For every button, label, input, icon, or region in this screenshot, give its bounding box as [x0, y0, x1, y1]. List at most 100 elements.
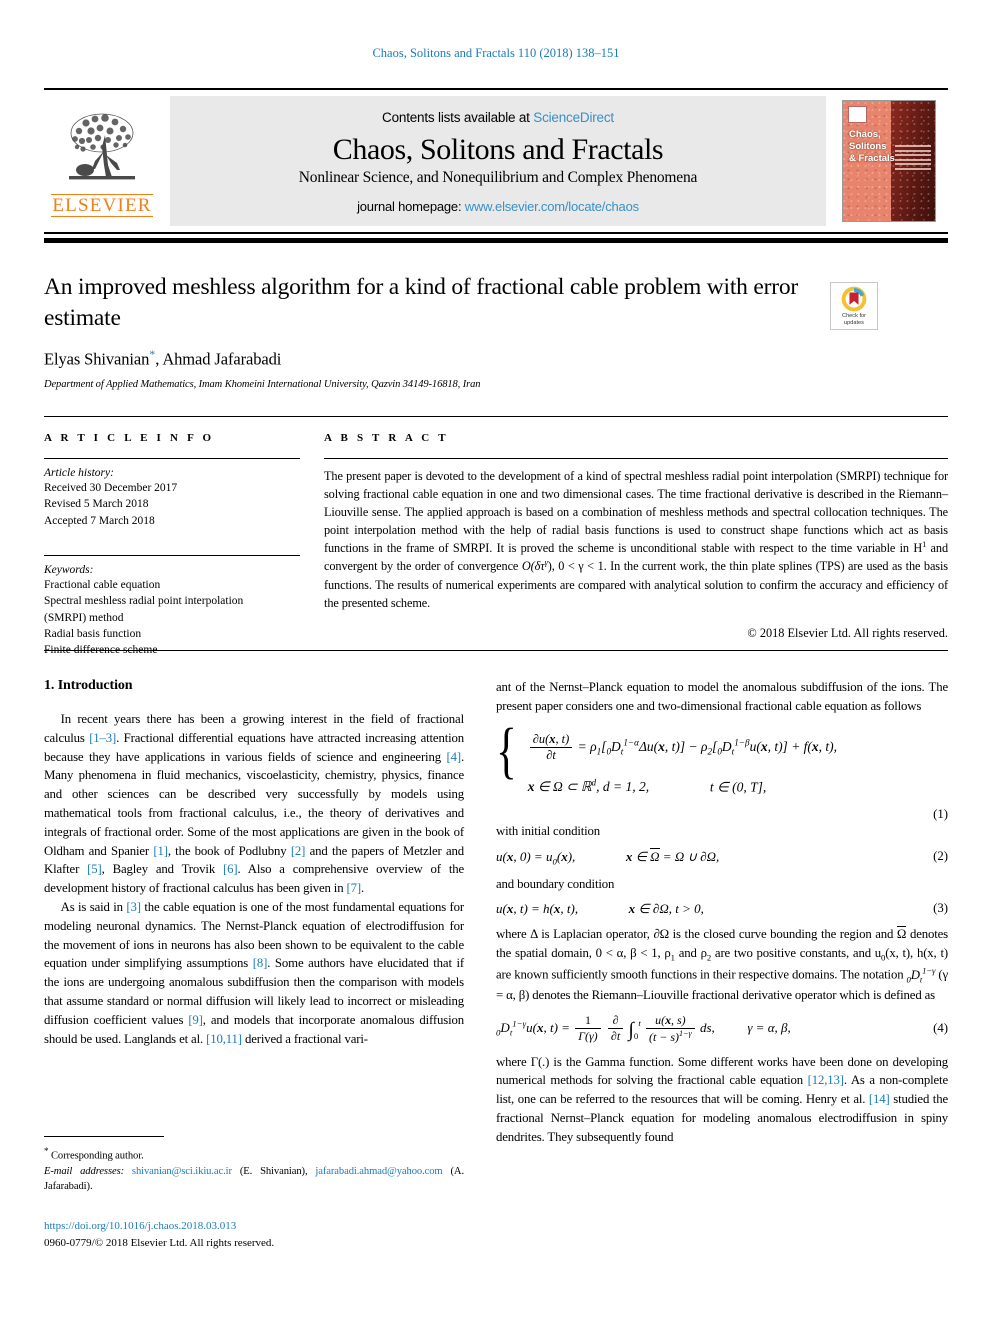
- crossmark-badge[interactable]: Check for updates: [830, 282, 878, 330]
- footnote-star: *: [44, 1146, 49, 1156]
- journal-masthead: ELSEVIER Contents lists available at Sci…: [44, 88, 948, 234]
- equation-4: 0Dt1−γu(x, t) = 1 Γ(γ) ∂ ∂t ∫0t u(x, s) (t …: [496, 1013, 948, 1045]
- equation-1-rows: ∂u(x, t) ∂t = ρ1[0Dt1−αΔu(x, t)] − ρ2[0Dt…: [528, 726, 948, 796]
- equation-2-body: u(x, 0) = u0(x), x ∈ Ω = Ω ∪ ∂Ω,: [496, 847, 925, 867]
- article-history-label: Article history:: [44, 467, 114, 479]
- paragraph: where Δ is Laplacian operator, ∂Ω is the…: [496, 925, 948, 1005]
- keyword-item: Spectral meshless radial point interpola…: [44, 595, 244, 608]
- article-info-rule: [44, 458, 300, 459]
- equation-3-body: u(x, t) = h(x, t), x ∈ ∂Ω, t > 0,: [496, 901, 925, 917]
- journal-homepage-link[interactable]: www.elsevier.com/locate/chaos: [465, 199, 639, 214]
- keywords-rule: [44, 554, 300, 556]
- equation-3-rhs: x ∈ ∂Ω, t > 0,: [628, 901, 704, 917]
- corresponding-author-note: * Corresponding author.: [44, 1145, 464, 1164]
- keyword-item: Fractional cable equation: [44, 578, 161, 591]
- corresponding-author-text: Corresponding author.: [50, 1150, 144, 1162]
- body-left-column: 1. Introduction In recent years there ha…: [44, 678, 464, 1048]
- section-heading-introduction: 1. Introduction: [44, 678, 133, 693]
- citation-link[interactable]: [1–3]: [89, 731, 116, 745]
- crossmark-label: Check for updates: [842, 313, 866, 327]
- equation-1-domain: x ∈ Ω ⊂ ℝd, d = 1, 2,: [527, 777, 650, 795]
- citation-link[interactable]: [7]: [347, 881, 362, 895]
- integrand-fraction: u(x, s) (t − s)1−γ: [646, 1013, 695, 1045]
- citation-link[interactable]: [8]: [253, 956, 268, 970]
- citation-link[interactable]: [10,11]: [206, 1032, 242, 1046]
- paragraph: As is said in [3] the cable equation is …: [44, 898, 464, 1048]
- page-title: An improved meshless algorithm for a kin…: [44, 274, 799, 331]
- abstract-copyright: © 2018 Elsevier Ltd. All rights reserved…: [747, 625, 948, 640]
- divider-above-abstract: [44, 416, 948, 417]
- citation-link[interactable]: [4]: [446, 750, 461, 764]
- running-head: Chaos, Solitons and Fractals 110 (2018) …: [372, 46, 620, 60]
- equation-1-time-domain: t ∈ (0, T],: [709, 779, 767, 795]
- equation-brace: {: [496, 716, 517, 785]
- article-info-column: A R T I C L E I N F O Article history: R…: [44, 432, 300, 659]
- keyword-item: (SMRPI) method: [44, 611, 124, 624]
- journal-cover-thumbnail: Chaos, Solitons & Fractals: [842, 100, 936, 222]
- paragraph: and boundary condition: [496, 876, 615, 891]
- citation-link[interactable]: [6]: [223, 862, 238, 876]
- equation-2-rhs: x ∈ Ω = Ω ∪ ∂Ω,: [625, 847, 720, 864]
- partial-derivative-fraction: ∂u(x, t) ∂t: [529, 732, 573, 764]
- citation-link[interactable]: [3]: [126, 900, 141, 914]
- citation-link[interactable]: [9]: [188, 1013, 203, 1027]
- affiliation: Department of Applied Mathematics, Imam …: [44, 378, 481, 390]
- cover-publisher-logo-icon: [848, 106, 867, 123]
- citation-link[interactable]: [1]: [153, 844, 168, 858]
- contents-prefix: Contents lists available at: [382, 109, 534, 125]
- equation-2-lhs: u(x, 0) = u0(x),: [496, 848, 576, 867]
- equation-1-line-1: ∂u(x, t) ∂t = ρ1[0Dt1−αΔu(x, t)] − ρ2[0Dt…: [528, 732, 948, 764]
- citation-link[interactable]: [2]: [291, 844, 306, 858]
- text-run: As is said in: [60, 899, 127, 914]
- gamma-fraction: 1 Γ(γ): [575, 1013, 601, 1044]
- author-list: Elyas Shivanian*, Ahmad Jafarabadi: [44, 347, 804, 370]
- text-run: , Bagley and Trovik: [101, 862, 224, 877]
- equation-1: { ∂u(x, t) ∂t = ρ1[0Dt1−αΔu(x, t)] − ρ2[0…: [496, 716, 948, 796]
- journal-title: Chaos, Solitons and Fractals: [332, 132, 664, 166]
- abstract-order-expr: O(δτ: [521, 559, 545, 574]
- equation-4-condition: γ = α, β,: [747, 1019, 791, 1035]
- equation-4-number: (4): [933, 1021, 948, 1036]
- equation-3-number: (3): [933, 901, 948, 916]
- email-link-jafarabadi[interactable]: jafarabadi.ahmad@yahoo.com: [315, 1166, 442, 1177]
- doi-link[interactable]: https://doi.org/10.1016/j.chaos.2018.03.…: [44, 1218, 464, 1235]
- equation-3: u(x, t) = h(x, t), x ∈ ∂Ω, t > 0, (3): [496, 901, 948, 917]
- article-received: Received 30 December 2017: [44, 482, 178, 494]
- text-run: are two positive constants, and u: [711, 946, 882, 961]
- elsevier-wordmark: ELSEVIER: [51, 193, 153, 218]
- equation-1-line-2: x ∈ Ω ⊂ ℝd, d = 1, 2, t ∈ (0, T],: [528, 778, 948, 796]
- crossmark-line1: Check for: [842, 313, 866, 319]
- equation-2-number: (2): [933, 848, 948, 863]
- abstract-part-1: The present paper is devoted to the deve…: [324, 469, 948, 556]
- text-run: , the book of Podlubny: [167, 843, 291, 858]
- email-link-shivanian[interactable]: shivanian@sci.ikiu.ac.ir: [132, 1166, 232, 1177]
- equation-3-lhs: u(x, t) = h(x, t),: [496, 901, 579, 917]
- author-rest: , Ahmad Jafarabadi: [155, 349, 282, 369]
- masthead-bottom-bar: [44, 238, 948, 243]
- citation-link[interactable]: [5]: [87, 862, 102, 876]
- riemann-liouville-operator: 0Dt1−γ: [906, 965, 936, 985]
- crossmark-line2: updates: [844, 319, 864, 326]
- abstract-column: A B S T R A C T The present paper is dev…: [324, 432, 948, 641]
- cover-journal-title: Chaos, Solitons & Fractals: [849, 129, 895, 164]
- equation-1-rhs: = ρ1[0Dt1−αΔu(x, t)] − ρ2[0Dt1−βu(x, t)]…: [577, 737, 838, 757]
- citation-link[interactable]: [14]: [869, 1092, 890, 1106]
- homepage-prefix: journal homepage:: [357, 199, 465, 215]
- article-revised: Revised 5 March 2018: [44, 498, 149, 511]
- elsevier-tree-icon: [69, 113, 135, 180]
- text-run: . Many phenomena in fluid mechanics, vis…: [44, 749, 464, 858]
- text-run: where Δ is Laplacian operator, ∂Ω is the…: [496, 927, 897, 942]
- keyword-item: Radial basis function: [44, 627, 142, 640]
- text-run: derived a fractional vari-: [241, 1031, 368, 1046]
- citation-link[interactable]: [12,13]: [808, 1073, 844, 1087]
- body-right-column: ant of the Nernst–Planck equation to mod…: [496, 678, 948, 1147]
- abstract-text: The present paper is devoted to the deve…: [324, 467, 948, 612]
- doi-block: https://doi.org/10.1016/j.chaos.2018.03.…: [44, 1218, 464, 1251]
- email-owner-1: (E. Shivanian),: [239, 1165, 308, 1177]
- paragraph: ant of the Nernst–Planck equation to mod…: [496, 680, 948, 713]
- email-addresses-note: E-mail addresses: shivanian@sci.ikiu.ac.…: [44, 1164, 464, 1195]
- email-label: E-mail addresses:: [44, 1165, 125, 1177]
- omega-bar-symbol: Ω: [896, 926, 907, 942]
- sciencedirect-link[interactable]: ScienceDirect: [533, 110, 614, 125]
